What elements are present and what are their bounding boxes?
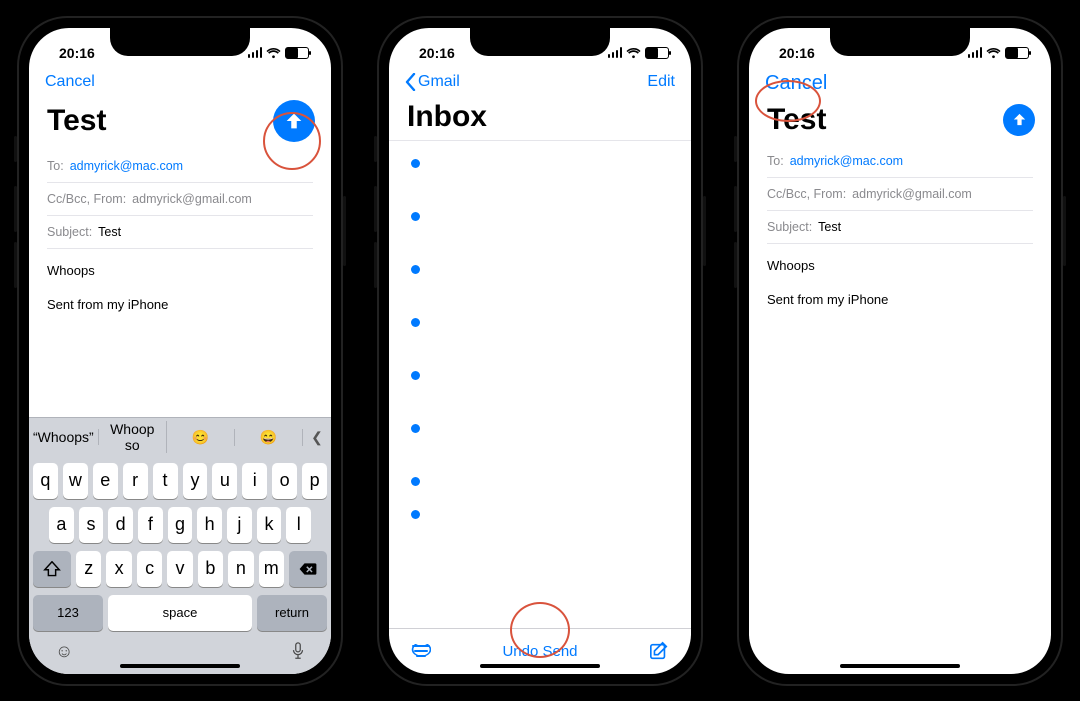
notch <box>110 28 250 56</box>
key-b[interactable]: b <box>198 551 223 587</box>
unread-dot <box>411 371 420 380</box>
undo-send-button[interactable]: Undo Send <box>502 643 577 660</box>
chevron-left-icon <box>405 73 416 91</box>
send-button[interactable] <box>273 100 315 142</box>
phone-frame-3: 20:16 Cancel Test To: admyrick@mac.com C… <box>737 16 1063 686</box>
ccbcc-field[interactable]: Cc/Bcc, From: admyrick@gmail.com <box>47 183 313 216</box>
home-indicator[interactable] <box>120 664 240 668</box>
space-key[interactable]: space <box>108 595 252 631</box>
arrow-up-icon <box>1011 111 1028 128</box>
unread-dot <box>411 424 420 433</box>
emoji-key-icon[interactable]: ☺ <box>55 641 73 662</box>
cellular-icon <box>608 47 623 58</box>
suggestion-collapse-icon[interactable]: ❮ <box>303 429 331 446</box>
dictation-key-icon[interactable] <box>291 642 305 660</box>
suggestion-emoji-2[interactable]: 😄 <box>235 429 303 446</box>
key-u[interactable]: u <box>212 463 237 499</box>
subject-field[interactable]: Subject: Test <box>47 216 313 249</box>
inbox-list[interactable] <box>389 140 691 628</box>
filter-icon[interactable] <box>411 644 431 658</box>
suggestion-2[interactable]: Whoop so <box>99 421 167 453</box>
phone-frame-2: 20:16 Gmail Edit Inbox <box>377 16 703 686</box>
key-f[interactable]: f <box>138 507 163 543</box>
compose-body[interactable]: Whoops Sent from my iPhone <box>749 244 1051 323</box>
key-x[interactable]: x <box>106 551 131 587</box>
return-key[interactable]: return <box>257 595 327 631</box>
key-d[interactable]: d <box>108 507 133 543</box>
key-g[interactable]: g <box>168 507 193 543</box>
key-o[interactable]: o <box>272 463 297 499</box>
to-recipient[interactable]: admyrick@mac.com <box>790 154 903 168</box>
key-p[interactable]: p <box>302 463 327 499</box>
send-button[interactable] <box>1003 104 1035 136</box>
key-w[interactable]: w <box>63 463 88 499</box>
key-q[interactable]: q <box>33 463 58 499</box>
compose-title: Test <box>47 104 106 138</box>
key-n[interactable]: n <box>228 551 253 587</box>
key-t[interactable]: t <box>153 463 178 499</box>
status-time: 20:16 <box>779 45 815 61</box>
keyboard: qwertyuiop asdfghjkl zxcvbnm 123 space r… <box>29 457 331 674</box>
key-m[interactable]: m <box>259 551 284 587</box>
shift-key[interactable] <box>33 551 71 587</box>
cellular-icon <box>968 47 983 58</box>
key-y[interactable]: y <box>183 463 208 499</box>
wifi-icon <box>266 47 281 59</box>
backspace-key[interactable] <box>289 551 327 587</box>
shift-icon <box>43 561 61 577</box>
compose-icon[interactable] <box>649 641 669 661</box>
back-button[interactable]: Gmail <box>405 73 460 91</box>
unread-dot <box>411 318 420 327</box>
ccbcc-field[interactable]: Cc/Bcc, From: admyrick@gmail.com <box>767 178 1033 211</box>
arrow-up-icon <box>283 110 305 132</box>
key-j[interactable]: j <box>227 507 252 543</box>
compose-title: Test <box>767 103 826 137</box>
home-indicator[interactable] <box>840 664 960 668</box>
keyboard-suggestions: “Whoops” Whoop so 😊 😄 ❮ <box>29 417 331 457</box>
key-k[interactable]: k <box>257 507 282 543</box>
compose-body[interactable]: Whoops Sent from my iPhone <box>29 249 331 328</box>
key-z[interactable]: z <box>76 551 101 587</box>
to-recipient[interactable]: admyrick@mac.com <box>70 159 183 173</box>
phone-frame-1: 20:16 Cancel Test To: admyrick@mac.com C… <box>17 16 343 686</box>
battery-icon <box>1005 47 1029 59</box>
unread-dot <box>411 477 420 486</box>
suggestion-emoji-1[interactable]: 😊 <box>167 429 235 446</box>
key-a[interactable]: a <box>49 507 74 543</box>
unread-dot <box>411 510 420 519</box>
notch <box>470 28 610 56</box>
inbox-title: Inbox <box>389 96 691 140</box>
notch <box>830 28 970 56</box>
unread-dot <box>411 159 420 168</box>
cancel-button[interactable]: Cancel <box>765 72 827 95</box>
key-v[interactable]: v <box>167 551 192 587</box>
cancel-button[interactable]: Cancel <box>45 73 95 91</box>
edit-button[interactable]: Edit <box>647 73 675 91</box>
wifi-icon <box>626 47 641 59</box>
key-r[interactable]: r <box>123 463 148 499</box>
battery-icon <box>645 47 669 59</box>
suggestion-1[interactable]: “Whoops” <box>29 429 99 445</box>
status-time: 20:16 <box>59 45 95 61</box>
to-field[interactable]: To: admyrick@mac.com <box>767 145 1033 178</box>
wifi-icon <box>986 47 1001 59</box>
cellular-icon <box>248 47 263 58</box>
key-l[interactable]: l <box>286 507 311 543</box>
key-c[interactable]: c <box>137 551 162 587</box>
battery-icon <box>285 47 309 59</box>
key-h[interactable]: h <box>197 507 222 543</box>
key-s[interactable]: s <box>79 507 104 543</box>
numbers-key[interactable]: 123 <box>33 595 103 631</box>
backspace-icon <box>298 562 318 576</box>
unread-dot <box>411 212 420 221</box>
status-time: 20:16 <box>419 45 455 61</box>
to-field[interactable]: To: admyrick@mac.com <box>47 150 313 183</box>
key-i[interactable]: i <box>242 463 267 499</box>
subject-field[interactable]: Subject: Test <box>767 211 1033 244</box>
key-e[interactable]: e <box>93 463 118 499</box>
home-indicator[interactable] <box>480 664 600 668</box>
unread-dot <box>411 265 420 274</box>
